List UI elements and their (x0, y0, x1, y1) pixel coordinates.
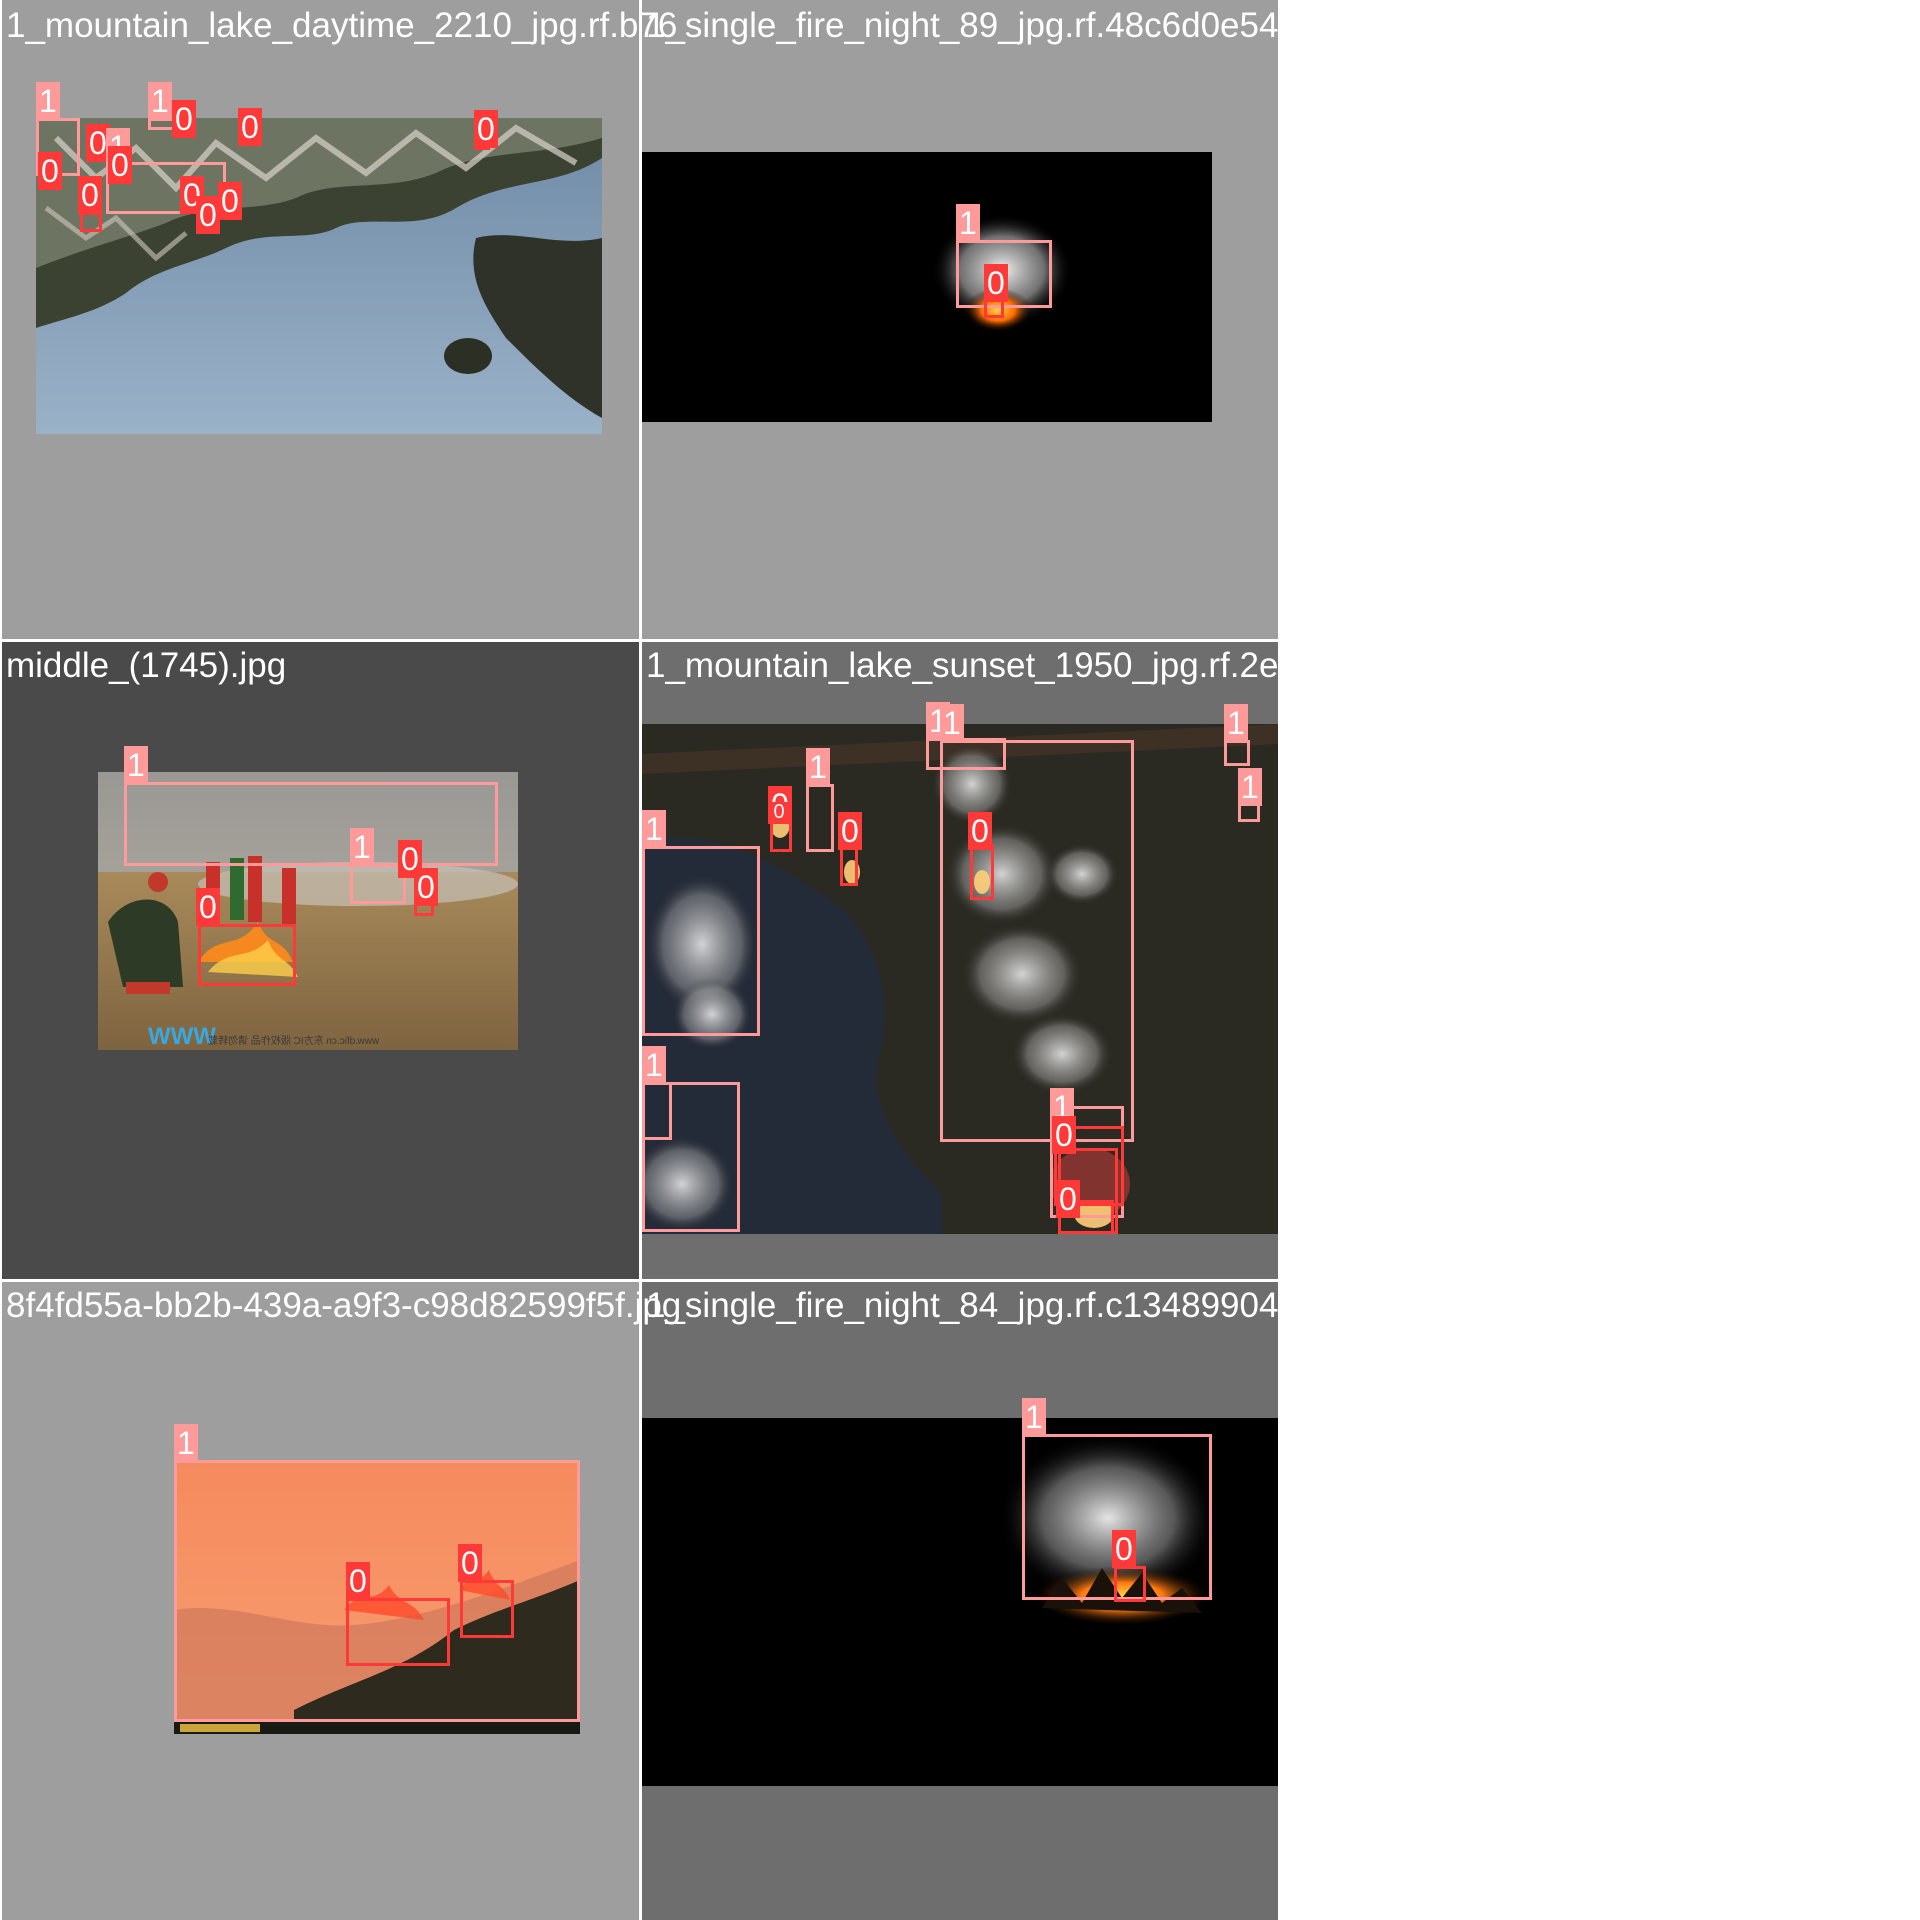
bbox-label: 0 (108, 146, 132, 184)
detection-mosaic: 1 1 0 0 0 0 1 0 0 0 0 0 0 1_mountain_lak… (0, 0, 1920, 1920)
night-fire-scene (932, 214, 1072, 332)
bbox-class-1 (642, 846, 760, 1036)
bbox-label: 0 (38, 152, 62, 190)
bbox-label: 0 (238, 108, 262, 146)
bbox-label: 0 (474, 110, 498, 148)
bbox-label: 1 (642, 1046, 666, 1084)
grid-separator-horizontal (0, 1279, 1280, 1282)
bbox-label: 1 (148, 82, 172, 120)
bbox-label: 0 (984, 264, 1008, 302)
bbox-class-1 (940, 740, 1134, 1142)
bbox-class-0 (198, 924, 296, 986)
tile-middle-1745[interactable]: WWW www.dfic.cn 东方IC 版权作品 请勿转载 1 1 0 0 0… (0, 640, 640, 1280)
photo-night-fire (642, 152, 1212, 422)
bbox-label: 1 (36, 82, 60, 120)
bbox-label: 0 (218, 182, 242, 220)
bbox-label: 0 (1112, 1530, 1136, 1568)
bbox-label: 1 (350, 828, 374, 866)
tile-title: 1_mountain_lake_daytime_2210_jpg.rf.b76 (6, 6, 678, 45)
bbox-label: 1 (940, 704, 964, 742)
bbox-label: 0 (414, 868, 438, 906)
bbox-class-1 (806, 784, 834, 852)
tile-mountain-lake-sunset[interactable]: 1 1 1 1 1 1 1 1 0 0 0 0 0 0 1_mountain_l… (640, 640, 1335, 1280)
bbox-label: 1 (174, 1424, 198, 1462)
grid-separator-border (1278, 0, 1280, 1920)
bbox-label: 1 (1022, 1398, 1046, 1436)
grid-separator-border (0, 0, 2, 1920)
photo-watermark-right: www.dfic.cn 东方IC 版权作品 请勿转载 (208, 1034, 380, 1047)
grid-separator-horizontal (0, 639, 1280, 642)
bbox-label: 0 (1056, 1180, 1080, 1218)
bbox-label: 1 (806, 748, 830, 786)
bbox-label: 0 (346, 1562, 370, 1600)
tile-single-fire-night-89[interactable]: 1 0 1_single_fire_night_89_jpg.rf.48c6d0… (640, 0, 1298, 640)
grid-separator-vertical (639, 0, 642, 1920)
tile-title: 8f4fd55a-bb2b-439a-a9f3-c98d82599f5f.jpg (6, 1286, 682, 1325)
bbox-label: 1 (124, 746, 148, 784)
bbox-label: 1 (1238, 768, 1262, 806)
bbox-label: 1 (1224, 704, 1248, 742)
photo-watermark-left: WWW (148, 1023, 216, 1050)
bbox-class-1 (1224, 740, 1250, 766)
bbox-class-0 (840, 844, 858, 886)
tile-title: 1_mountain_lake_sunset_1950_jpg.rf.2ece6 (646, 646, 1335, 685)
bbox-class-0 (80, 212, 102, 232)
bbox-label: 0 (172, 100, 196, 138)
bbox-label: 0 (458, 1544, 482, 1582)
bbox-class-0 (970, 844, 994, 900)
bbox-class-1 (174, 1460, 580, 1722)
bbox-label: 0 (838, 812, 862, 850)
bbox-label: 0 (968, 812, 992, 850)
tile-title: 1_single_fire_night_89_jpg.rf.48c6d0e541 (646, 6, 1298, 45)
tile-title: 1_single_fire_night_84_jpg.rf.c134899042 (646, 1286, 1298, 1325)
bbox-label: 1 (642, 810, 666, 848)
bbox-class-1 (642, 1082, 672, 1140)
bbox-class-1 (124, 782, 498, 866)
bbox-label: 0 (768, 802, 790, 822)
bbox-label: 0 (196, 196, 220, 234)
bbox-label: 0 (78, 176, 102, 214)
tile-mountain-lake-daytime[interactable]: 1 1 0 0 0 0 1 0 0 0 0 0 0 1_mountain_lak… (0, 0, 677, 640)
bbox-class-0 (460, 1580, 514, 1638)
bbox-label: 0 (196, 888, 220, 926)
bbox-class-0 (1114, 1566, 1146, 1602)
bbox-label: 1 (956, 204, 980, 242)
tile-title: middle_(1745).jpg (6, 646, 287, 685)
tile-single-fire-night-84[interactable]: 1 0 1_single_fire_night_84_jpg.rf.c13489… (640, 1280, 1298, 1920)
tile-8f4fd55a[interactable]: 1 0 0 8f4fd55a-bb2b-439a-a9f3-c98d82599f… (0, 1280, 681, 1920)
bbox-class-0 (346, 1598, 450, 1666)
